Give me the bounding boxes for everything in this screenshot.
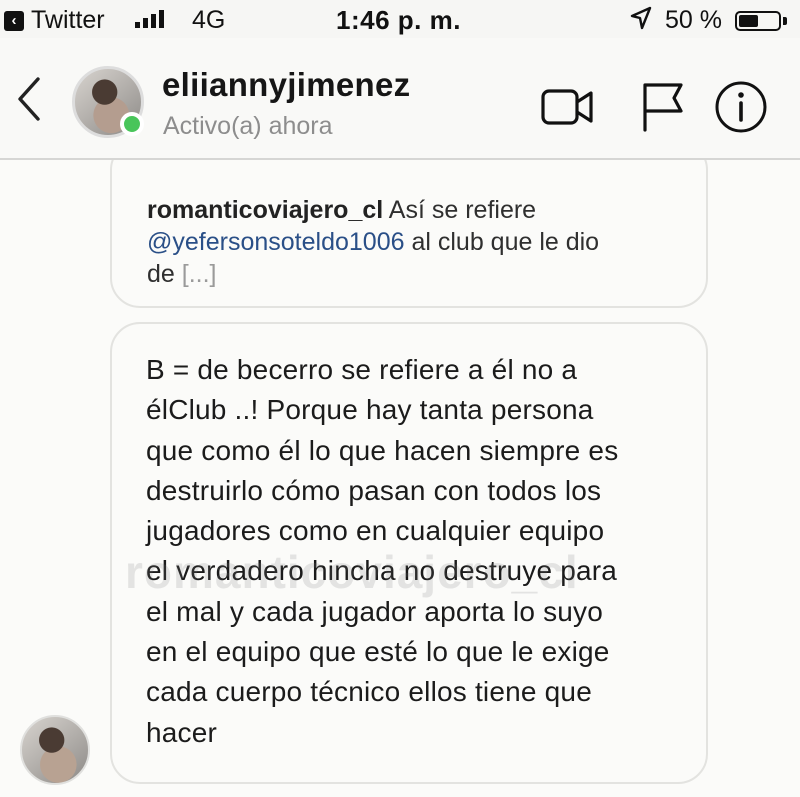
back-chevron-small-icon: ‹ (4, 10, 24, 31)
battery-percent: 50 % (665, 6, 722, 34)
network-type: 4G (192, 6, 226, 34)
watermark: romanticoviajero_cl (125, 546, 579, 598)
shared-post-caption-2: al club que le dio (411, 228, 600, 256)
message-line: hacer (146, 716, 218, 748)
message-line: en el equipo que esté lo que le exige (146, 636, 610, 668)
back-app-label: Twitter (31, 6, 105, 34)
message-line: cada cuerpo técnico ellos tiene que (146, 676, 592, 708)
info-icon[interactable] (712, 78, 770, 136)
battery-icon (735, 11, 781, 31)
message-line: que como él lo que hacen siempre es (146, 434, 619, 466)
message-line: destruirlo cómo pasan con todos los (146, 474, 602, 506)
signal-icon (135, 10, 164, 28)
online-status-dot (120, 112, 144, 136)
shared-post-caption: Así se refiere (388, 196, 537, 224)
profile-avatar[interactable] (72, 66, 144, 138)
message-line: élClub ..! Porque hay tanta persona (146, 394, 594, 426)
shared-post-text: romanticoviajero_cl Así se refiere @yefe… (147, 194, 687, 290)
message-thread: romanticoviajero_cl Así se refiere @yefe… (0, 160, 800, 797)
battery-nub (783, 17, 787, 25)
flag-icon[interactable] (637, 78, 695, 136)
shared-post-caption-3: de (147, 260, 175, 288)
sender-avatar[interactable] (20, 715, 90, 785)
back-to-app[interactable]: ‹ Twitter (4, 6, 105, 35)
battery-level (739, 15, 758, 27)
video-call-icon[interactable] (538, 78, 596, 136)
shared-post-user[interactable]: romanticoviajero_cl (147, 196, 383, 224)
shared-post-more[interactable]: [...] (182, 260, 217, 288)
status-time: 1:46 p. m. (336, 5, 461, 35)
location-arrow-icon (630, 6, 652, 30)
status-bar: ‹ Twitter 4G 1:46 p. m. 50 % (0, 0, 800, 38)
shared-post-bubble[interactable]: romanticoviajero_cl Así se refiere @yefe… (110, 160, 708, 308)
back-chevron-icon[interactable] (10, 73, 50, 125)
message-line: B = de becerro se refiere a él no a (146, 354, 578, 385)
shared-post-mention[interactable]: @yefersonsoteldo1006 (147, 228, 405, 256)
activity-status: Activo(a) ahora (163, 112, 333, 140)
chat-username[interactable]: eliiannyjimenez (162, 66, 410, 104)
chat-header: eliiannyjimenez Activo(a) ahora (0, 38, 800, 160)
